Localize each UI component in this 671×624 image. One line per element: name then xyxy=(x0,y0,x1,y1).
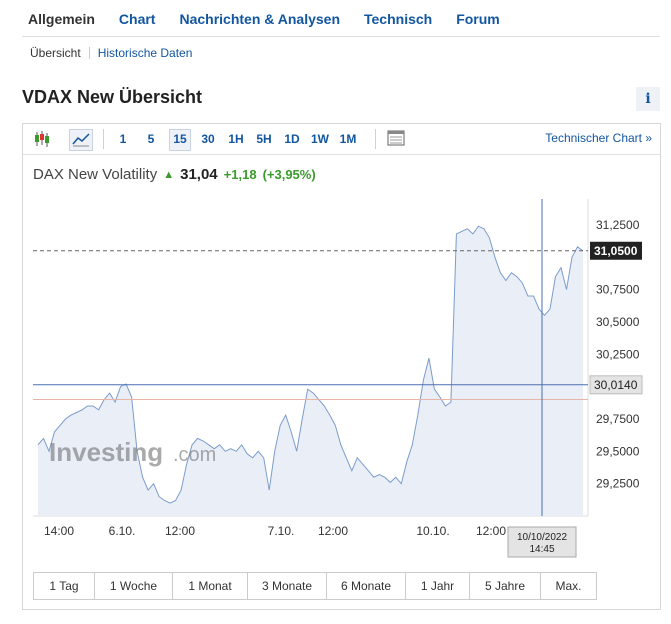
crosshair-date-label: 10/10/2022 xyxy=(517,532,567,543)
x-tick-label: 14:00 xyxy=(44,524,74,538)
range-1-woche[interactable]: 1 Woche xyxy=(95,573,173,599)
subtab-historical[interactable]: Historische Daten xyxy=(98,46,193,60)
range-1-monat[interactable]: 1 Monat xyxy=(173,573,248,599)
page-title: VDAX New Übersicht xyxy=(22,87,203,107)
range-1-jahr[interactable]: 1 Jahr xyxy=(406,573,470,599)
watermark-suffix: .com xyxy=(173,444,216,466)
divider xyxy=(88,47,90,59)
crosshair-time-label: 14:45 xyxy=(529,544,554,555)
y-tick-label: 29,7500 xyxy=(596,412,640,426)
last-price-label: 31,0500 xyxy=(594,244,638,258)
price-chart[interactable]: Investing .com 31,2500 30,7500 30,5000 30,250… xyxy=(23,124,660,564)
y-tick-label: 31,2500 xyxy=(596,218,640,232)
x-tick-label: 12:00 xyxy=(165,524,195,538)
x-tick-label: 6.10. xyxy=(109,524,136,538)
y-tick-label: 30,2500 xyxy=(596,347,640,361)
tab-forum[interactable]: Forum xyxy=(450,6,500,36)
x-tick-label: 12:00 xyxy=(318,524,348,538)
crosshair-value-label: 30,0140 xyxy=(594,378,638,392)
tab-allgemein[interactable]: Allgemein xyxy=(22,6,95,36)
series-area xyxy=(38,226,583,516)
x-tick-label: 12:00 xyxy=(476,524,506,538)
top-tabs: Allgemein Chart Nachrichten & Analysen T… xyxy=(22,6,660,37)
range-6-monate[interactable]: 6 Monate xyxy=(327,573,406,599)
range-3-monate[interactable]: 3 Monate xyxy=(248,573,327,599)
y-tick-label: 30,7500 xyxy=(596,283,640,297)
subtab-overview[interactable]: Übersicht xyxy=(30,46,81,60)
tab-nachrichten[interactable]: Nachrichten & Analysen xyxy=(173,6,340,36)
y-tick-label: 29,2500 xyxy=(596,477,640,491)
range-selector: 1 Tag 1 Woche 1 Monat 3 Monate 6 Monate … xyxy=(33,572,597,600)
sub-tabs: Übersicht Historische Daten xyxy=(30,46,192,60)
tab-chart[interactable]: Chart xyxy=(113,6,156,36)
range-1-tag[interactable]: 1 Tag xyxy=(34,573,95,599)
tab-technisch[interactable]: Technisch xyxy=(358,6,432,36)
y-tick-label: 29,5000 xyxy=(596,444,640,458)
range-5-jahre[interactable]: 5 Jahre xyxy=(470,573,541,599)
x-tick-label: 7.10. xyxy=(268,524,295,538)
range-max[interactable]: Max. xyxy=(541,573,596,599)
watermark-logo: Investing xyxy=(49,437,163,467)
chart-widget: 1 5 15 30 1H 5H 1D 1W 1M Technischer Cha… xyxy=(22,123,661,610)
y-tick-label: 30,5000 xyxy=(596,315,640,329)
x-tick-label: 10.10. xyxy=(416,524,449,538)
info-icon[interactable]: i xyxy=(636,87,660,111)
